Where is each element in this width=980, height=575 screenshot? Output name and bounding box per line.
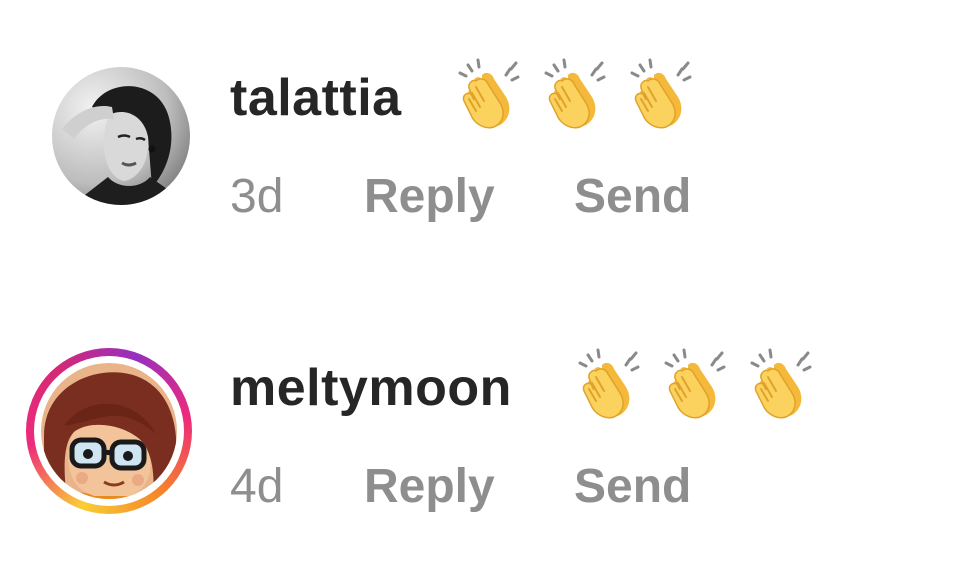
reply-button[interactable]: Reply (364, 457, 495, 517)
comment-username[interactable]: talattia (230, 65, 402, 131)
reply-button[interactable]: Reply (364, 167, 495, 227)
comment-age: 3d (230, 170, 284, 223)
comment-item: meltymoon 4d Reply Send (0, 345, 980, 545)
avatar[interactable] (34, 356, 184, 506)
clapping-hands-emoji-icon (458, 58, 520, 129)
cartoon-avatar-image (41, 363, 177, 499)
send-button[interactable]: Send (574, 457, 691, 517)
comment-username[interactable]: meltymoon (230, 355, 512, 421)
comment-item: talattia 3d Reply Send (0, 55, 980, 255)
comment-text (576, 347, 820, 419)
comment-age: 4d (230, 460, 284, 513)
send-button[interactable]: Send (574, 167, 691, 227)
comment-text (456, 57, 700, 129)
clapping-hands-emoji-icon (578, 348, 640, 419)
clapping-hands-emoji-icon (664, 348, 726, 419)
clapping-hands-emoji-icon (544, 58, 606, 129)
clapping-hands-emoji-icon (750, 348, 812, 419)
portrait-avatar-image (52, 67, 190, 205)
avatar[interactable] (52, 67, 190, 205)
clapping-hands-emoji-icon (630, 58, 692, 129)
story-ring[interactable] (26, 348, 192, 514)
